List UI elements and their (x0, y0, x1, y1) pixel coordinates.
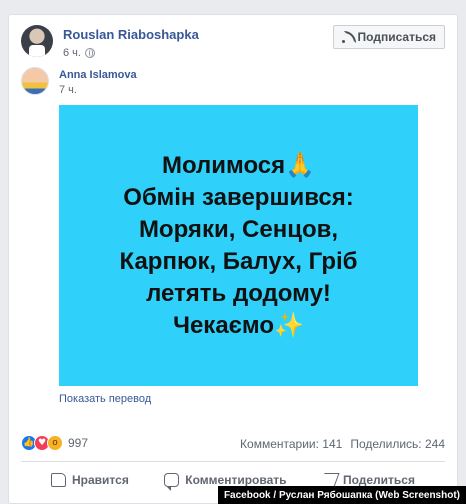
thumbs-up-icon (51, 473, 66, 487)
globe-icon (84, 48, 95, 58)
show-translation-link[interactable]: Показать перевод (59, 393, 151, 405)
post-header: Rouslan Riaboshapka 6 ч. Подписаться (21, 25, 445, 65)
share-label: Поделиться (342, 473, 415, 487)
shared-author-avatar[interactable] (21, 67, 49, 95)
engagement-counts: Комментарии: 141 Поделились: 244 (240, 437, 445, 451)
comment-icon (164, 473, 180, 491)
post-meta: 6 ч. (63, 47, 95, 59)
reactions-summary[interactable]: 👍 ♥ o 997 (21, 435, 88, 451)
share-icon (319, 473, 340, 487)
rss-icon (341, 30, 356, 43)
shares-count[interactable]: Поделились: 244 (350, 437, 445, 451)
image-text-line-4: Карпюк, Балух, Гріб (119, 247, 358, 275)
post-stats: 👍 ♥ o 997 Комментарии: 141 Поделились: 2… (21, 433, 445, 455)
shared-author-name-link[interactable]: Anna Islamova (59, 69, 137, 81)
like-button[interactable]: Нравится (51, 467, 129, 493)
image-text-line-2: Обмін завершився: (123, 183, 354, 211)
like-label: Нравится (72, 473, 129, 487)
post-image[interactable]: Молимося🙏 Обмін завершився: Моряки, Сенц… (59, 105, 418, 386)
post-time[interactable]: 6 ч. (63, 47, 81, 59)
shared-post-time[interactable]: 7 ч. (59, 84, 77, 96)
wow-reaction-icon: o (47, 435, 63, 451)
post-card: Rouslan Riaboshapka 6 ч. Подписаться Ann… (8, 14, 458, 504)
subscribe-button[interactable]: Подписаться (332, 25, 445, 49)
reactions-count[interactable]: 997 (68, 436, 88, 450)
comment-label: Комментировать (185, 473, 287, 487)
subscribe-label: Подписаться (357, 30, 436, 44)
image-text-line-1: Молимося🙏 (161, 151, 316, 179)
author-name-link[interactable]: Rouslan Riaboshapka (63, 27, 199, 42)
image-text-line-6: Чекаємо✨ (173, 311, 304, 339)
divider (21, 461, 445, 462)
source-watermark: Facebook / Руслан Рябошапка (Web Screens… (217, 486, 466, 504)
image-text-line-3: Моряки, Сенцов, (138, 215, 339, 243)
image-text-line-5: летять додому! (146, 279, 331, 307)
author-avatar[interactable] (21, 25, 53, 57)
comments-count[interactable]: Комментарии: 141 (240, 437, 342, 451)
